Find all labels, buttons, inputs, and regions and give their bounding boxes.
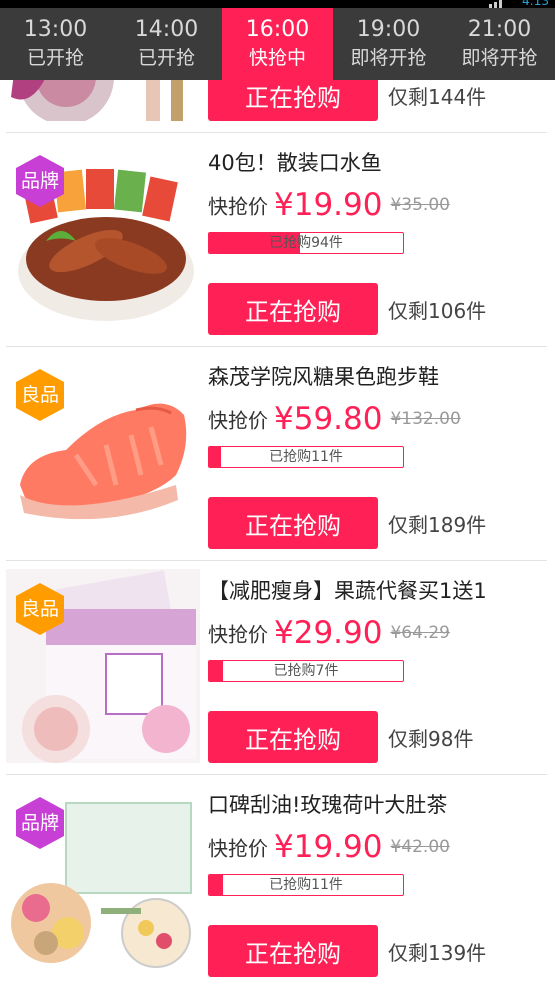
buy-button[interactable]: 正在抢购	[208, 711, 378, 763]
remaining-stock: 仅剩139件	[388, 941, 487, 965]
original-price: ¥42.00	[390, 837, 450, 857]
good-badge: 良品	[12, 367, 76, 423]
status-bar: 4:13	[0, 0, 555, 8]
price-label: 快抢价	[208, 194, 268, 219]
tab-status: 即将开抢	[350, 47, 427, 69]
list-item[interactable]: 品牌 40包！散装口水鱼 快抢价 ¥19.90 ¥35.00 已抢购94件 正在抢购…	[0, 133, 555, 347]
tab-time: 21:00	[467, 17, 532, 42]
flash-price: ¥59.80	[274, 401, 383, 437]
product-title[interactable]: 40包！散装口水鱼	[208, 147, 382, 177]
sold-count: 已抢购11件	[269, 877, 343, 893]
good-badge: 良品	[12, 581, 76, 637]
badge-label: 品牌	[20, 812, 59, 834]
sold-progress-bar: 已抢购11件	[208, 446, 404, 468]
product-list[interactable]: 正在抢购 仅剩144件 品牌 40包！散装口水鱼 快抢价 ¥19.90 ¥35.…	[0, 80, 555, 985]
tab-1400[interactable]: 14:00 已开抢	[111, 8, 222, 80]
tab-status: 快抢中	[248, 47, 306, 69]
signal-icon	[489, 0, 502, 8]
price-line: 快抢价 ¥59.80 ¥132.00	[208, 401, 461, 437]
list-item[interactable]: 良品 【减肥瘦身】果蔬代餐买1送1 快抢价 ¥29.90 ¥64.29 已抢购7件 …	[0, 561, 555, 775]
buy-button[interactable]: 正在抢购	[208, 925, 378, 977]
tab-1900[interactable]: 19:00 即将开抢	[333, 8, 444, 80]
price-line: 快抢价 ¥29.90 ¥64.29	[208, 615, 450, 651]
brand-badge: 品牌	[12, 153, 76, 209]
buy-button[interactable]: 正在抢购	[208, 80, 378, 121]
tab-status: 即将开抢	[461, 47, 538, 69]
original-price: ¥35.00	[390, 195, 450, 215]
badge-label: 品牌	[20, 170, 59, 192]
product-title[interactable]: 森茂学院风糖果色跑步鞋	[208, 361, 439, 391]
tab-status: 已开抢	[26, 47, 84, 69]
sold-progress-bar: 已抢购11件	[208, 874, 404, 896]
time-slot-tabs: 13:00 已开抢 14:00 已开抢 16:00 快抢中 19:00 即将开抢 21:…	[0, 8, 555, 80]
remaining-stock: 仅剩98件	[388, 727, 474, 751]
flash-price: ¥19.90	[274, 187, 383, 223]
price-label: 快抢价	[208, 836, 268, 861]
remaining-stock: 仅剩144件	[388, 85, 487, 109]
buy-button[interactable]: 正在抢购	[208, 497, 378, 549]
sold-count: 已抢购7件	[273, 663, 339, 679]
sold-count: 已抢购94件	[269, 235, 343, 251]
sold-progress-bar: 已抢购7件	[208, 660, 404, 682]
remaining-stock: 仅剩189件	[388, 513, 487, 537]
tab-1600[interactable]: 16:00 快抢中	[222, 8, 333, 80]
product-title[interactable]: 口碑刮油!玫瑰荷叶大肚茶	[208, 789, 447, 819]
sold-progress-bar: 已抢购94件	[208, 232, 404, 254]
tab-time: 13:00	[23, 17, 88, 42]
tab-2100[interactable]: 21:00 即将开抢	[444, 8, 555, 80]
product-title[interactable]: 【减肥瘦身】果蔬代餐买1送1	[208, 575, 487, 605]
original-price: ¥64.29	[390, 623, 450, 643]
price-label: 快抢价	[208, 408, 268, 433]
tab-time: 19:00	[356, 17, 421, 42]
tab-time: 16:00	[245, 17, 310, 42]
brand-badge: 品牌	[12, 795, 76, 851]
buy-button[interactable]: 正在抢购	[208, 283, 378, 335]
list-item[interactable]: 良品 森茂学院风糖果色跑步鞋 快抢价 ¥59.80 ¥132.00 已抢购11件 正…	[0, 347, 555, 561]
price-line: 快抢价 ¥19.90 ¥42.00	[208, 829, 450, 865]
flash-price: ¥19.90	[274, 829, 383, 865]
tab-status: 已开抢	[137, 47, 195, 69]
cosmetics-image[interactable]	[6, 80, 200, 121]
tab-time: 14:00	[134, 17, 199, 42]
original-price: ¥132.00	[390, 409, 461, 429]
flash-price: ¥29.90	[274, 615, 383, 651]
badge-label: 良品	[20, 384, 59, 406]
sold-count: 已抢购11件	[269, 449, 343, 465]
price-label: 快抢价	[208, 622, 268, 647]
price-line: 快抢价 ¥19.90 ¥35.00	[208, 187, 450, 223]
remaining-stock: 仅剩106件	[388, 299, 487, 323]
list-item[interactable]: 品牌 口碑刮油!玫瑰荷叶大肚茶 快抢价 ¥19.90 ¥42.00 已抢购11件 正…	[0, 775, 555, 985]
list-item-partial: 正在抢购 仅剩144件	[0, 80, 555, 133]
tab-1300[interactable]: 13:00 已开抢	[0, 8, 111, 80]
status-time: 4:13	[522, 0, 549, 8]
badge-label: 良品	[20, 598, 59, 620]
